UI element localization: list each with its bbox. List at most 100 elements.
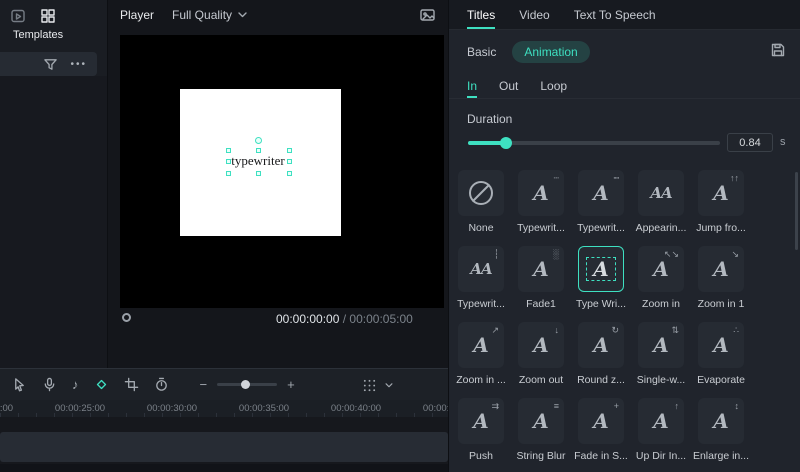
- preset-glyph: A: [713, 181, 729, 205]
- preset-appearin[interactable]: AA Appearin...: [631, 170, 691, 246]
- preset-thumbnail[interactable]: ↕ A: [698, 398, 744, 444]
- preset-thumbnail[interactable]: ↗ A: [458, 322, 504, 368]
- anim-tab-out[interactable]: Out: [499, 74, 518, 98]
- subtab-animation[interactable]: Animation: [512, 41, 590, 63]
- preset-deco-icon: +: [613, 401, 619, 411]
- sidebar-tab-templates-label[interactable]: Templates: [13, 29, 63, 41]
- preset-typewrit[interactable]: ┆ AA Typewrit...: [451, 246, 511, 322]
- playhead-dot[interactable]: [122, 313, 131, 322]
- zoom-slider[interactable]: [217, 380, 278, 389]
- anim-tab-in[interactable]: In: [467, 74, 477, 98]
- preset-thumbnail[interactable]: ≡ A: [518, 398, 564, 444]
- preview-text[interactable]: typewriter: [231, 153, 284, 169]
- speed-timer-icon[interactable]: [154, 377, 169, 392]
- preview-canvas[interactable]: typewriter: [120, 35, 444, 308]
- preset-evaporate[interactable]: ∴ A Evaporate: [691, 322, 751, 398]
- preset-thumbnail[interactable]: ⇉ A: [458, 398, 504, 444]
- preset-thumbnail[interactable]: AA: [638, 170, 684, 216]
- tab-text-to-speech[interactable]: Text To Speech: [574, 0, 656, 29]
- preset-fade-in-s[interactable]: + A Fade in S...: [571, 398, 631, 472]
- anim-tab-loop[interactable]: Loop: [540, 74, 567, 98]
- selection-handle-right[interactable]: [287, 159, 292, 164]
- selection-handle-bottom[interactable]: [256, 171, 261, 176]
- preset-thumbnail[interactable]: + A: [578, 398, 624, 444]
- selection-handle-top-right[interactable]: [287, 148, 292, 153]
- duration-slider-handle[interactable]: [500, 137, 512, 149]
- preset-glyph: A: [593, 181, 609, 205]
- preset-glyph: A: [593, 409, 609, 433]
- zoom-out-icon[interactable]: −: [200, 377, 208, 392]
- preset-zoom-out[interactable]: ↓ A Zoom out: [511, 322, 571, 398]
- preset-label: Fade in S...: [574, 450, 628, 462]
- chevron-down-icon: [238, 12, 247, 18]
- save-preset-icon[interactable]: [770, 42, 786, 58]
- microphone-icon[interactable]: [42, 377, 57, 392]
- track-manager-icon[interactable]: [362, 378, 377, 393]
- crop-icon[interactable]: [124, 377, 139, 392]
- preset-typewrit[interactable]: ┄ A Typewrit...: [511, 170, 571, 246]
- preset-zoom-in-1[interactable]: ↘ A Zoom in 1: [691, 246, 751, 322]
- timeline-toolbar: ♪ − +: [0, 368, 448, 400]
- preset-jump-fro[interactable]: ↑↑ A Jump fro...: [691, 170, 751, 246]
- selection-handle-bottom-right[interactable]: [287, 171, 292, 176]
- timeline-track[interactable]: [0, 432, 448, 462]
- selection-handle-top-left[interactable]: [226, 148, 231, 153]
- preset-glyph: AA: [650, 183, 672, 202]
- tab-video[interactable]: Video: [519, 0, 549, 29]
- preset-thumbnail[interactable]: ┆ AA: [458, 246, 504, 292]
- preset-zoom-in[interactable]: ↖↘ A Zoom in: [631, 246, 691, 322]
- preset-none[interactable]: None: [451, 170, 511, 246]
- preset-thumbnail[interactable]: ↑ A: [638, 398, 684, 444]
- preset-push[interactable]: ⇉ A Push: [451, 398, 511, 472]
- preset-glyph: A: [473, 409, 489, 433]
- preset-thumbnail[interactable]: ┉ A: [578, 170, 624, 216]
- preset-thumbnail[interactable]: ↘ A: [698, 246, 744, 292]
- preset-typewrit[interactable]: ┉ A Typewrit...: [571, 170, 631, 246]
- preset-thumbnail[interactable]: ↻ A: [578, 322, 624, 368]
- tab-titles[interactable]: Titles: [467, 0, 495, 29]
- selection-handle-left[interactable]: [226, 159, 231, 164]
- preset-string-blur[interactable]: ≡ A String Blur: [511, 398, 571, 472]
- pointer-tool-icon[interactable]: [12, 377, 27, 392]
- preset-deco-icon: ↑: [674, 401, 680, 411]
- panel-scrollbar[interactable]: [795, 172, 798, 250]
- preset-enlarge-in[interactable]: ↕ A Enlarge in...: [691, 398, 751, 472]
- preset-fade1[interactable]: ░ A Fade1: [511, 246, 571, 322]
- keyframe-icon[interactable]: [94, 377, 109, 392]
- preset-thumbnail[interactable]: ↑↑ A: [698, 170, 744, 216]
- preset-label: Zoom in 1: [697, 298, 745, 310]
- preset-glyph: A: [593, 333, 609, 357]
- preset-round-z[interactable]: ↻ A Round z...: [571, 322, 631, 398]
- rotate-handle[interactable]: [255, 137, 262, 144]
- preset-thumbnail[interactable]: ↖↘ A: [638, 246, 684, 292]
- zoom-slider-handle[interactable]: [241, 380, 251, 389]
- preset-thumbnail[interactable]: ∴ A: [698, 322, 744, 368]
- selection-handle-top[interactable]: [256, 148, 261, 153]
- video-editor-app: Templates ••• Player Full Quality typewr…: [0, 0, 800, 472]
- preset-thumbnail[interactable]: ░ A: [518, 246, 564, 292]
- selection-handle-bottom-left[interactable]: [226, 171, 231, 176]
- preset-thumbnail[interactable]: A: [578, 246, 624, 292]
- chevron-down-icon[interactable]: [385, 382, 393, 388]
- duration-value-input[interactable]: 0.84: [727, 133, 773, 152]
- preset-zoom-in[interactable]: ↗ A Zoom in ...: [451, 322, 511, 398]
- quality-dropdown[interactable]: Full Quality: [172, 8, 247, 22]
- templates-panel-icon[interactable]: [40, 8, 56, 24]
- preset-label: Up Dir In...: [635, 450, 687, 462]
- audio-note-icon[interactable]: ♪: [72, 377, 79, 392]
- preset-thumbnail[interactable]: ⇅ A: [638, 322, 684, 368]
- media-panel-icon[interactable]: [10, 8, 26, 24]
- preset-single-w[interactable]: ⇅ A Single-w...: [631, 322, 691, 398]
- preset-thumbnail[interactable]: ↓ A: [518, 322, 564, 368]
- more-options-icon[interactable]: •••: [70, 59, 87, 70]
- preview-display-icon[interactable]: [419, 7, 436, 23]
- preset-up-dir-in[interactable]: ↑ A Up Dir In...: [631, 398, 691, 472]
- preset-type-wri[interactable]: A Type Wri...: [571, 246, 631, 322]
- zoom-in-icon[interactable]: +: [287, 377, 295, 392]
- preset-glyph: A: [713, 333, 729, 357]
- preset-thumbnail[interactable]: ┄ A: [518, 170, 564, 216]
- subtab-basic[interactable]: Basic: [467, 45, 496, 59]
- filter-funnel-icon[interactable]: [43, 57, 58, 72]
- timeline-ruler[interactable]: 00:00:20:00 00:00:25:00 00:00:30:00 00:00:3…: [0, 400, 448, 417]
- preset-thumbnail[interactable]: [458, 170, 504, 216]
